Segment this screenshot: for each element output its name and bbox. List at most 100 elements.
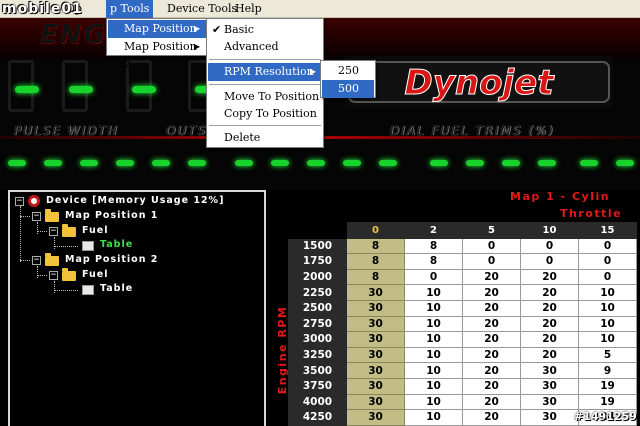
fuel-trim-cell[interactable]: 20 [462, 409, 521, 426]
menu-item-map-position-2[interactable]: Map Position 2 ▶ [108, 38, 206, 71]
fuel-trim-cell[interactable]: 10 [578, 315, 637, 333]
tree-node-map-position-1[interactable]: Map Position 1 [65, 209, 158, 223]
fuel-trim-cell[interactable]: 20 [462, 299, 521, 317]
indicator-bar [271, 160, 289, 166]
fuel-trim-cell[interactable]: 20 [462, 315, 521, 333]
fuel-trim-cell[interactable]: 0 [578, 268, 637, 286]
fuel-trim-cell[interactable]: 0 [462, 237, 521, 255]
menu-item-copy-to-position[interactable]: Copy To Position [208, 105, 322, 123]
menu-item-map-position-1[interactable]: Map Position 1 ▶ [108, 20, 206, 53]
table-corner [288, 222, 347, 239]
fuel-trim-cell[interactable]: 30 [346, 299, 405, 317]
menu-device-tools[interactable]: Device Tools [163, 0, 241, 18]
fuel-trim-cell[interactable]: 20 [520, 268, 579, 286]
fuel-trim-cell[interactable]: 30 [520, 377, 579, 395]
fuel-trim-cell[interactable]: 8 [404, 253, 463, 270]
fuel-trim-cell[interactable]: 30 [346, 331, 405, 348]
fuel-trim-cell[interactable]: 8 [404, 237, 463, 255]
indicator-bar [235, 160, 253, 166]
fuel-trim-cell[interactable]: 30 [346, 393, 405, 411]
fuel-trim-cell[interactable]: 0 [578, 253, 637, 270]
folder-icon [45, 209, 59, 222]
fuel-trim-cell[interactable]: 20 [462, 346, 521, 364]
menu-item-250[interactable]: 250 [322, 62, 374, 80]
segment-dash [15, 86, 39, 93]
fuel-trim-cell[interactable]: 20 [462, 268, 521, 286]
collapse-toggle-icon[interactable]: − [49, 227, 58, 236]
collapse-toggle-icon[interactable]: − [15, 197, 24, 206]
fuel-trim-cell[interactable]: 30 [346, 315, 405, 333]
tree-node-table[interactable]: Table [100, 282, 133, 296]
fuel-trim-cell[interactable]: 8 [346, 268, 405, 286]
tree-node-fuel[interactable]: Fuel [82, 268, 108, 282]
fuel-trim-cell[interactable]: 10 [578, 299, 637, 317]
fuel-trim-cell[interactable]: 20 [462, 393, 521, 411]
menu-separator [209, 59, 321, 60]
fuel-trim-cell[interactable]: 0 [404, 268, 463, 286]
fuel-trim-cell[interactable]: 10 [404, 409, 463, 426]
menu-separator [209, 125, 321, 126]
fuel-trim-cell[interactable]: 30 [346, 284, 405, 301]
fuel-trim-cell[interactable]: 20 [462, 284, 521, 301]
fuel-trim-cell[interactable]: 0 [578, 237, 637, 255]
fuel-trim-cell[interactable]: 30 [520, 409, 579, 426]
collapse-toggle-icon[interactable]: − [32, 212, 41, 221]
fuel-trim-cell[interactable]: 10 [578, 331, 637, 348]
fuel-trim-cell[interactable]: 20 [462, 331, 521, 348]
table-icon [82, 285, 94, 295]
submenu-arrow-icon: ▶ [193, 24, 200, 33]
menu-help[interactable]: Help [231, 0, 266, 18]
tree-node-table-selected[interactable]: Table [100, 238, 133, 252]
fuel-trim-cell[interactable]: 8 [346, 253, 405, 270]
fuel-trim-cell[interactable]: 10 [404, 393, 463, 411]
menu-item-500[interactable]: 500 [322, 80, 374, 98]
fuel-trim-cell[interactable]: 20 [520, 315, 579, 333]
fuel-trim-cell[interactable]: 10 [404, 377, 463, 395]
indicator-bar [466, 160, 484, 166]
tree-node-map-position-2[interactable]: Map Position 2 [65, 253, 158, 267]
fuel-trim-cell[interactable]: 30 [346, 346, 405, 364]
fuel-trim-cell[interactable]: 8 [346, 237, 405, 255]
menu-map-tools[interactable]: p Tools [106, 0, 154, 18]
menu-item-move-to-position[interactable]: Move To Position [208, 88, 322, 106]
fuel-trim-cell[interactable]: 10 [404, 346, 463, 364]
fuel-trim-cell[interactable]: 10 [404, 331, 463, 348]
fuel-trim-cell[interactable]: 5 [578, 346, 637, 364]
fuel-trim-cell[interactable]: 20 [520, 284, 579, 301]
fuel-trim-cell[interactable]: 10 [404, 284, 463, 301]
dashboard-title: ENG [40, 20, 107, 50]
submenu-arrow-icon: ▶ [309, 67, 316, 76]
table-row: 2500 30 10 20 20 10 [288, 299, 637, 317]
menu-item-advanced[interactable]: Advanced [208, 38, 322, 56]
fuel-trim-cell[interactable]: 30 [346, 362, 405, 379]
fuel-trim-cell[interactable]: 0 [520, 253, 579, 270]
fuel-trim-cell[interactable]: 19 [578, 377, 637, 395]
fuel-trim-cell[interactable]: 20 [462, 377, 521, 395]
collapse-toggle-icon[interactable]: − [32, 256, 41, 265]
table-row: 1750 8 8 0 0 0 [288, 253, 637, 270]
menu-item-delete[interactable]: Delete [208, 129, 322, 147]
fuel-trim-cell[interactable]: 9 [578, 362, 637, 379]
fuel-trim-cell[interactable]: 30 [520, 393, 579, 411]
throttle-column-header: 5 [462, 222, 521, 239]
fuel-trim-cell[interactable]: 20 [520, 346, 579, 364]
fuel-trim-cell[interactable]: 20 [462, 362, 521, 379]
menu-item-rpm-resolution[interactable]: RPM Resolution ▶ [208, 63, 322, 81]
fuel-trim-cell[interactable]: 0 [462, 253, 521, 270]
fuel-trim-cell[interactable]: 30 [346, 409, 405, 426]
fuel-trim-cell[interactable]: 10 [404, 315, 463, 333]
fuel-trim-cell[interactable]: 30 [346, 377, 405, 395]
fuel-trim-cell[interactable]: 10 [578, 284, 637, 301]
fuel-trim-cell[interactable]: 10 [404, 362, 463, 379]
fuel-trim-cell[interactable]: 30 [520, 362, 579, 379]
fuel-trim-cell[interactable]: 20 [520, 299, 579, 317]
fuel-trim-cell[interactable]: 10 [404, 299, 463, 317]
menu-item-basic[interactable]: ✔ Basic [208, 21, 322, 39]
collapse-toggle-icon[interactable]: − [49, 271, 58, 280]
tree-node-device[interactable]: Device [Memory Usage 12%] [46, 194, 224, 208]
fuel-trim-cell[interactable]: 0 [520, 237, 579, 255]
fuel-trim-cell[interactable]: 19 [578, 393, 637, 411]
throttle-column-header: 0 [346, 222, 405, 239]
tree-node-fuel[interactable]: Fuel [82, 224, 108, 238]
fuel-trim-cell[interactable]: 20 [520, 331, 579, 348]
